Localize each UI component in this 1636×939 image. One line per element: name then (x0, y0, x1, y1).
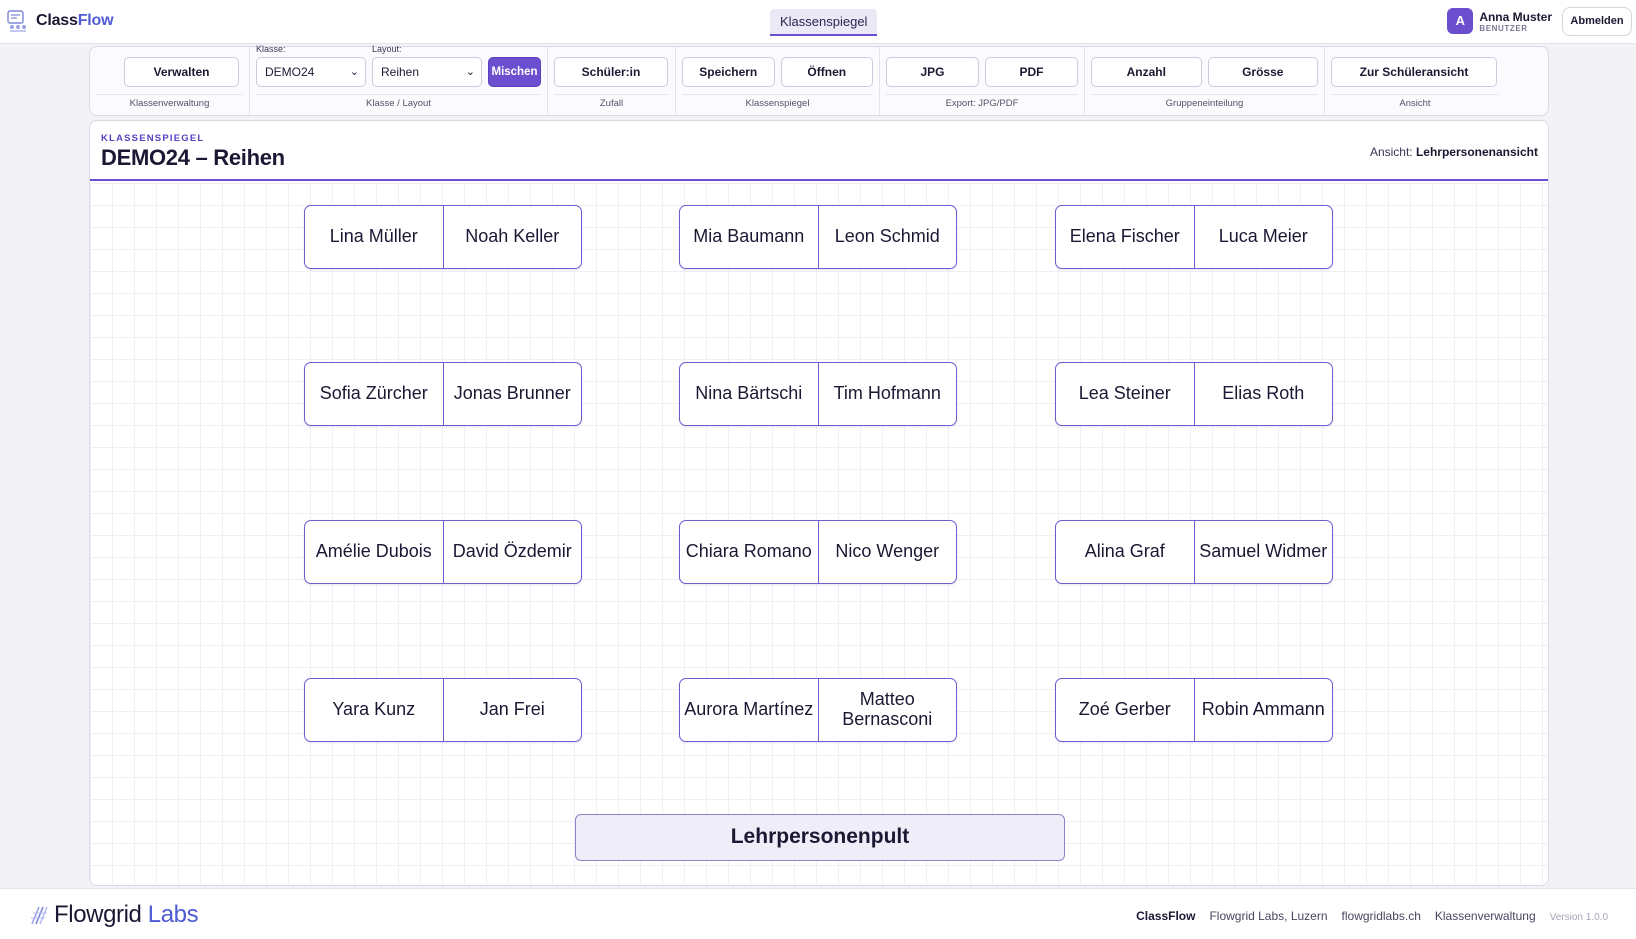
desk[interactable]: Amélie Dubois David Özdemir (304, 520, 582, 584)
group-gruppeneinteilung: Anzahl Grösse Gruppeneinteilung (1085, 47, 1325, 115)
seat[interactable]: Sofia Zürcher (305, 363, 443, 425)
footer-link-company[interactable]: Flowgrid Labs, Luzern (1209, 909, 1327, 923)
seat[interactable]: Jonas Brunner (442, 363, 582, 425)
panel-eyebrow: KLASSENSPIEGEL (101, 133, 205, 144)
group-label: Klassenspiegel (682, 94, 873, 109)
seat[interactable]: David Özdemir (442, 521, 582, 583)
group-klasse-layout: Klasse: DEMO24 ⌄ Layout: Reihen ⌄ Mische… (250, 44, 548, 115)
seat[interactable]: Aurora Martínez (680, 679, 818, 741)
tab-klassenspiegel[interactable]: Klassenspiegel (770, 9, 878, 36)
open-button[interactable]: Öffnen (780, 57, 873, 87)
group-zufall: Schüler:in Zufall (548, 47, 676, 115)
seat[interactable]: Alina Graf (1056, 521, 1194, 583)
toolbar: Verwalten Klassenverwaltung Klasse: DEMO… (89, 44, 1549, 116)
group-label: Ansicht (1331, 94, 1499, 109)
manage-classes-button[interactable]: Verwalten (124, 57, 239, 87)
student-view-button[interactable]: Zur Schüleransicht (1331, 57, 1497, 87)
chevron-down-icon: ⌄ (465, 66, 475, 78)
group-count-button[interactable]: Anzahl (1091, 57, 1202, 87)
seat[interactable]: Zoé Gerber (1056, 679, 1194, 741)
panel-header: KLASSENSPIEGEL DEMO24 – Reihen Ansicht: … (90, 121, 1548, 181)
view-indicator: Ansicht: Lehrpersonenansicht (1369, 145, 1538, 159)
user-menu[interactable]: A Anna Muster BENUTZER (1447, 8, 1552, 34)
group-export: JPG PDF Export: JPG/PDF (880, 47, 1085, 115)
group-label: Klassenverwaltung (96, 94, 243, 109)
seat[interactable]: Noah Keller (442, 206, 582, 268)
desk[interactable]: Lea Steiner Elias Roth (1055, 362, 1333, 426)
seat[interactable]: Luca Meier (1193, 206, 1333, 268)
teacher-desk: Lehrpersonenpult (575, 814, 1065, 861)
current-view: Lehrpersonenansicht (1415, 145, 1538, 159)
desk[interactable]: Zoé Gerber Robin Ammann (1055, 678, 1333, 742)
group-label: Klasse / Layout (256, 94, 541, 109)
group-label: Zufall (554, 94, 669, 109)
seating-chart-panel: KLASSENSPIEGEL DEMO24 – Reihen Ansicht: … (89, 120, 1549, 886)
group-size-button[interactable]: Grösse (1207, 57, 1318, 87)
class-field: Klasse: DEMO24 ⌄ (256, 44, 366, 87)
layout-label: Layout: (372, 44, 402, 54)
user-info: Anna Muster BENUTZER (1479, 10, 1552, 33)
chevron-down-icon: ⌄ (349, 66, 359, 78)
seat[interactable]: Amélie Dubois (305, 521, 443, 583)
flowgrid-logo-icon (31, 906, 48, 925)
random-student-button[interactable]: Schüler:in (554, 57, 668, 87)
seat[interactable]: Nico Wenger (817, 521, 957, 583)
seat[interactable]: Tim Hofmann (817, 363, 957, 425)
desk[interactable]: Mia Baumann Leon Schmid (679, 205, 957, 269)
seat[interactable]: Lina Müller (305, 206, 443, 268)
desk[interactable]: Lina Müller Noah Keller (304, 205, 582, 269)
group-klassenspiegel: Speichern Öffnen Klassenspiegel (676, 47, 880, 115)
classroom-grid: Lina Müller Noah Keller Mia Baumann Leon… (90, 183, 1548, 885)
seat[interactable]: Jan Frei (442, 679, 582, 741)
save-button[interactable]: Speichern (682, 57, 775, 87)
desk[interactable]: Sofia Zürcher Jonas Brunner (304, 362, 582, 426)
footer-brand-name: Flowgrid Labs (54, 901, 199, 928)
user-role: BENUTZER (1479, 23, 1528, 33)
desk[interactable]: Alina Graf Samuel Widmer (1055, 520, 1333, 584)
group-klassenverwaltung: Verwalten Klassenverwaltung (90, 47, 250, 115)
shuffle-button[interactable]: Mischen (488, 57, 541, 87)
seat[interactable]: Leon Schmid (817, 206, 957, 268)
group-ansicht: Zur Schüleransicht Ansicht (1325, 47, 1505, 115)
seat[interactable]: Robin Ammann (1193, 679, 1333, 741)
avatar: A (1447, 8, 1474, 34)
top-bar: ClassFlow Klassenspiegel A Anna Muster B… (0, 0, 1636, 44)
footer: Flowgrid Labs ClassFlow Flowgrid Labs, L… (0, 888, 1636, 939)
footer-links: ClassFlow Flowgrid Labs, Luzern flowgrid… (1136, 909, 1608, 923)
logout-button[interactable]: Abmelden (1562, 7, 1632, 36)
class-select[interactable]: DEMO24 ⌄ (256, 57, 366, 87)
layout-select[interactable]: Reihen ⌄ (372, 57, 482, 87)
classflow-logo-icon (7, 10, 26, 32)
export-pdf-button[interactable]: PDF (985, 57, 1078, 87)
desk[interactable]: Yara Kunz Jan Frei (304, 678, 582, 742)
footer-link-klassenverwaltung[interactable]: Klassenverwaltung (1435, 909, 1536, 923)
brand[interactable]: ClassFlow (6, 8, 114, 34)
seat[interactable]: Yara Kunz (305, 679, 443, 741)
desk[interactable]: Aurora Martínez Matteo Bernasconi (679, 678, 957, 742)
group-label: Gruppeneinteilung (1091, 94, 1318, 109)
layout-field: Layout: Reihen ⌄ (372, 44, 482, 87)
seat[interactable]: Mia Baumann (680, 206, 818, 268)
page-title: DEMO24 – Reihen (101, 145, 285, 170)
seat[interactable]: Nina Bärtschi (680, 363, 818, 425)
seat[interactable]: Chiara Romano (680, 521, 818, 583)
brand-name: ClassFlow (36, 12, 114, 29)
desk[interactable]: Nina Bärtschi Tim Hofmann (679, 362, 957, 426)
seat[interactable]: Matteo Bernasconi (817, 679, 957, 741)
desk[interactable]: Chiara Romano Nico Wenger (679, 520, 957, 584)
desk[interactable]: Elena Fischer Luca Meier (1055, 205, 1333, 269)
seat[interactable]: Samuel Widmer (1193, 521, 1333, 583)
group-label: Export: JPG/PDF (886, 94, 1078, 109)
seat[interactable]: Elena Fischer (1056, 206, 1194, 268)
seat[interactable]: Lea Steiner (1056, 363, 1194, 425)
footer-brand[interactable]: Flowgrid Labs (30, 901, 199, 929)
class-label: Klasse: (256, 44, 286, 54)
version-label: Version 1.0.0 (1549, 912, 1608, 923)
user-name: Anna Muster (1479, 9, 1552, 24)
footer-link-classflow[interactable]: ClassFlow (1136, 909, 1195, 923)
export-jpg-button[interactable]: JPG (886, 57, 979, 87)
footer-link-website[interactable]: flowgridlabs.ch (1342, 909, 1421, 923)
seat[interactable]: Elias Roth (1193, 363, 1333, 425)
